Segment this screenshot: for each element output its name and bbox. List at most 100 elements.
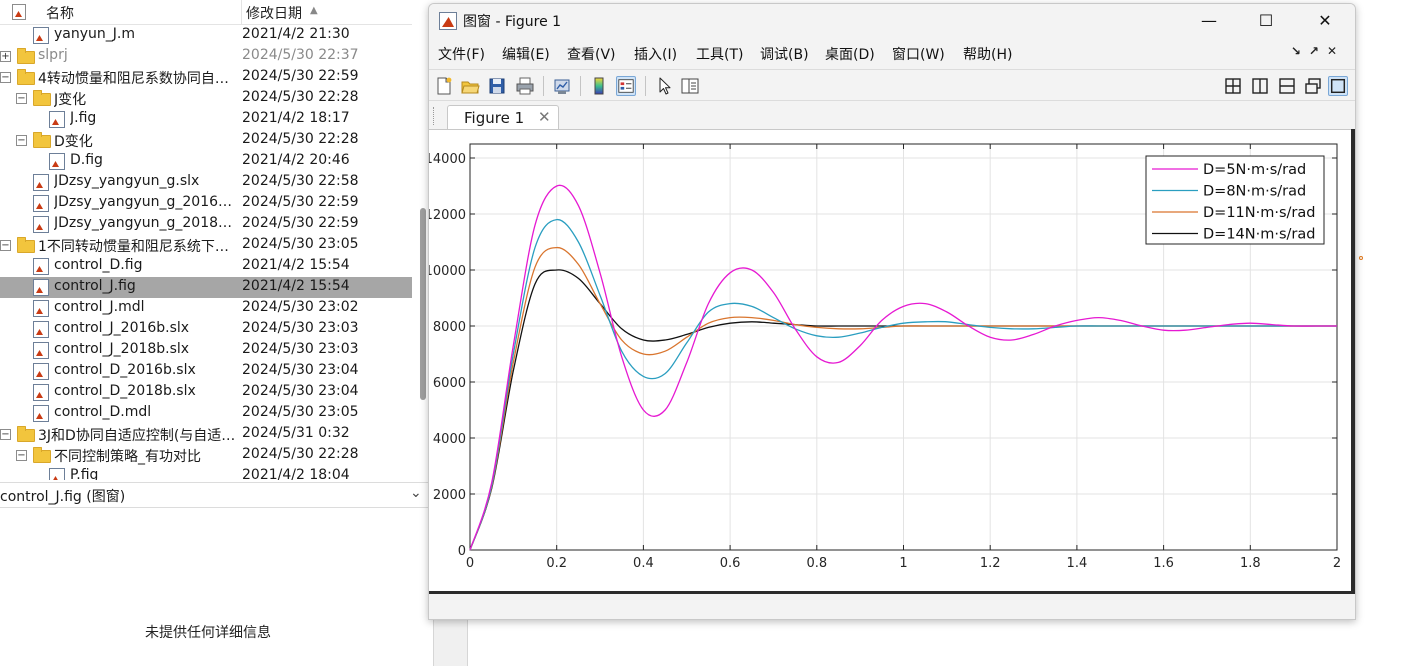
modified-date: 2024/5/30 22:58 xyxy=(242,173,359,189)
modified-date: 2024/5/30 22:28 xyxy=(242,446,359,462)
close-button[interactable]: ✕ xyxy=(1305,8,1345,34)
slx-file-icon xyxy=(33,216,49,233)
file-row[interactable]: JDzsy_yangyun_g.slx 2024/5/30 22:58 xyxy=(0,172,412,193)
x-tick-label: 0 xyxy=(466,556,474,571)
folder-icon xyxy=(33,90,51,106)
legend-icon[interactable] xyxy=(616,76,636,96)
file-row[interactable]: P.fig 2021/4/2 18:04 xyxy=(0,466,412,480)
folder-row[interactable]: + slprj 2024/5/30 22:37 xyxy=(0,46,412,67)
float-icon[interactable] xyxy=(1303,76,1323,96)
file-name: D.fig xyxy=(70,152,103,168)
file-name: control_D.fig xyxy=(54,257,143,273)
menu-desktop[interactable]: 桌面(D) xyxy=(825,44,875,64)
file-row[interactable]: control_J.fig 2021/4/2 15:54 xyxy=(0,277,412,298)
menu-insert[interactable]: 插入(I) xyxy=(634,44,677,64)
maximize-button[interactable]: ☐ xyxy=(1246,8,1286,34)
collapse-icon[interactable]: − xyxy=(0,240,11,251)
modified-date: 2024/5/30 22:59 xyxy=(242,194,359,210)
sort-ascending-icon[interactable]: ▲ xyxy=(310,5,318,16)
x-tick-label: 0.8 xyxy=(806,556,827,571)
file-name: control_J.fig xyxy=(54,278,136,294)
file-name: slprj xyxy=(38,47,68,63)
collapse-icon[interactable]: − xyxy=(16,450,27,461)
vertical-scrollbar-thumb[interactable] xyxy=(420,208,426,400)
collapse-icon[interactable]: − xyxy=(16,135,27,146)
toolbar-separator xyxy=(543,76,544,96)
folder-row[interactable]: − 4转动惯量和阻尼系数协同自适应控制2024/5/30 22:59 xyxy=(0,67,412,88)
tile-columns-icon[interactable] xyxy=(1250,76,1270,96)
menu-edit[interactable]: 编辑(E) xyxy=(502,44,550,64)
property-inspector-icon[interactable] xyxy=(680,76,700,96)
mdl-file-icon xyxy=(33,405,49,422)
slx-file-icon xyxy=(33,342,49,359)
column-divider[interactable] xyxy=(241,0,242,25)
expand-icon[interactable]: + xyxy=(0,51,11,62)
file-row[interactable]: control_D.mdl 2024/5/30 23:05 xyxy=(0,403,412,424)
menu-debug[interactable]: 调试(B) xyxy=(760,44,809,64)
date-column-header[interactable]: 修改日期 xyxy=(246,3,302,23)
modified-date: 2024/5/30 22:28 xyxy=(242,131,359,147)
tab-grip-handle[interactable] xyxy=(433,107,435,125)
menu-window[interactable]: 窗口(W) xyxy=(892,44,945,64)
folder-row[interactable]: − 1不同转动惯量和阻尼系统下的仿真 2024/5/30 23:05 xyxy=(0,235,412,256)
tab-close-icon[interactable]: ✕ xyxy=(538,108,551,126)
title-bar[interactable]: 图窗 - Figure 1 — ☐ ✕ xyxy=(429,4,1355,38)
y-tick-label: 6000 xyxy=(433,376,466,391)
folder-row[interactable]: − 3J和D协同自适应控制(与自适应对比)2024/5/31 0:32 xyxy=(0,424,412,445)
modified-date: 2021/4/2 15:54 xyxy=(242,278,350,294)
modified-date: 2024/5/30 23:04 xyxy=(242,383,359,399)
file-row[interactable]: control_J_2016b.slx 2024/5/30 23:03 xyxy=(0,319,412,340)
file-name: yanyun_J.m xyxy=(54,26,135,42)
pointer-icon[interactable] xyxy=(654,76,674,96)
colorbar-icon[interactable] xyxy=(589,76,609,96)
tile-grid-icon[interactable] xyxy=(1223,76,1243,96)
window-title: 图窗 - Figure 1 xyxy=(463,14,562,30)
menu-view[interactable]: 查看(V) xyxy=(567,44,616,64)
collapse-icon[interactable]: − xyxy=(16,93,27,104)
file-row[interactable]: control_J_2018b.slx 2024/5/30 23:03 xyxy=(0,340,412,361)
name-column-header[interactable]: 名称 xyxy=(46,3,74,23)
collapse-icon[interactable]: − xyxy=(0,429,11,440)
new-figure-icon[interactable] xyxy=(434,76,454,96)
folder-icon xyxy=(17,426,35,442)
chevron-down-icon[interactable]: ⌄ xyxy=(410,485,422,501)
dock-single-icon[interactable] xyxy=(1328,76,1348,96)
file-row[interactable]: control_J.mdl 2024/5/30 23:02 xyxy=(0,298,412,319)
minimize-button[interactable]: — xyxy=(1189,8,1229,34)
folder-row[interactable]: − J变化 2024/5/30 22:28 xyxy=(0,88,412,109)
menu-file[interactable]: 文件(F) xyxy=(438,44,485,64)
modified-date: 2024/5/30 22:37 xyxy=(242,47,359,63)
background-divider xyxy=(467,620,468,666)
dock-undock-close-controls[interactable]: ↘↗✕ xyxy=(1291,44,1345,58)
file-row[interactable]: J.fig 2021/4/2 18:17 xyxy=(0,109,412,130)
link-plot-icon[interactable] xyxy=(552,76,572,96)
figure-canvas[interactable]: 0 0.2 0.4 0.6 0.8 1 1.2 1.4 1.6 1.8 2 0 2000 4000 6000… xyxy=(429,129,1351,591)
file-row[interactable]: control_D.fig 2021/4/2 15:54 xyxy=(0,256,412,277)
print-icon[interactable] xyxy=(515,76,535,96)
open-file-icon[interactable] xyxy=(460,76,480,96)
file-name: P.fig xyxy=(70,467,99,480)
fig-file-icon xyxy=(49,111,65,128)
collapse-icon[interactable]: − xyxy=(0,72,11,83)
folder-row[interactable]: − D变化 2024/5/30 22:28 xyxy=(0,130,412,151)
details-title: control_J.fig (图窗) xyxy=(0,489,126,505)
file-name: J变化 xyxy=(54,92,87,108)
details-header[interactable]: control_J.fig (图窗) ⌄ xyxy=(0,482,428,508)
tile-rows-icon[interactable] xyxy=(1277,76,1297,96)
menu-help[interactable]: 帮助(H) xyxy=(963,44,1012,64)
menu-tools[interactable]: 工具(T) xyxy=(696,44,743,64)
file-row[interactable]: D.fig 2021/4/2 20:46 xyxy=(0,151,412,172)
save-icon[interactable] xyxy=(487,76,507,96)
file-browser: 名称 修改日期 ▲ yanyun_J.m 2021/4/2 21:30 + slprj… xyxy=(0,0,428,480)
folder-row[interactable]: − 不同控制策略_有功对比 2024/5/30 22:28 xyxy=(0,445,412,466)
file-row[interactable]: control_D_2016b.slx 2024/5/30 23:04 xyxy=(0,361,412,382)
tab-figure-1[interactable]: Figure 1 ✕ xyxy=(447,105,559,130)
file-name: control_J_2018b.slx xyxy=(54,341,190,357)
file-row[interactable]: JDzsy_yangyun_g_2016b.slx 2024/5/30 22:59 xyxy=(0,193,412,214)
line-chart[interactable]: 0 0.2 0.4 0.6 0.8 1 1.2 1.4 1.6 1.8 2 0 2000 4000 6000… xyxy=(429,130,1351,592)
file-name: 1不同转动惯量和阻尼系统下的仿真 xyxy=(38,239,240,255)
file-row[interactable]: yanyun_J.m 2021/4/2 21:30 xyxy=(0,25,412,46)
file-row[interactable]: control_D_2018b.slx 2024/5/30 23:04 xyxy=(0,382,412,403)
canvas-border xyxy=(429,591,1355,594)
file-row[interactable]: JDzsy_yangyun_g_2018b.slx 2024/5/30 22:59 xyxy=(0,214,412,235)
